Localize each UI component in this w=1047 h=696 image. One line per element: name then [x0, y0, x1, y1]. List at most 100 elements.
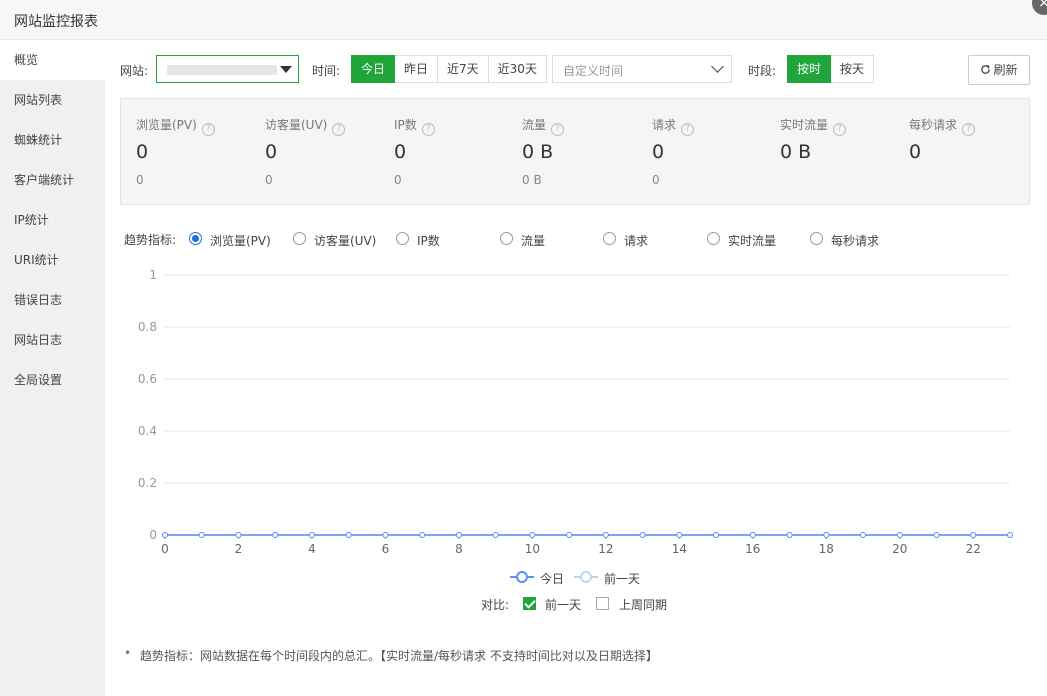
sidebar-item-site-log[interactable]: 网站日志: [0, 320, 105, 360]
trend-label: 趋势指标:: [124, 233, 177, 247]
period-option-hour[interactable]: 按时: [787, 55, 832, 83]
x-tick-label: 2: [235, 542, 243, 556]
help-icon[interactable]: ?: [332, 123, 346, 136]
help-icon[interactable]: ?: [421, 123, 435, 136]
x-tick-label: 14: [672, 542, 687, 556]
legend-circle-icon: [580, 571, 592, 583]
stat-prev-value: 0: [136, 173, 144, 187]
help-icon[interactable]: ?: [551, 123, 565, 136]
sidebar-item-label: 全局设置: [14, 373, 63, 387]
stat-value: 0: [909, 141, 922, 163]
compare-option-label[interactable]: 前一天: [545, 596, 581, 613]
x-tick-label: 4: [308, 542, 316, 556]
trend-chart: 00.20.40.60.810 2 4 6 8 10 12 14 16 18 20 22: [138, 268, 1013, 556]
sidebar: 概览 网站列表 蜘蛛统计 客户端统计 IP统计 URI统计 错误日志 网站日志 …: [0, 40, 105, 696]
stat-prev-value: 0 B: [522, 173, 542, 187]
trend-radio-requests[interactable]: [603, 232, 616, 245]
data-point: [676, 532, 683, 538]
x-tick-label: 20: [892, 542, 907, 556]
trend-option-label[interactable]: 流量: [521, 232, 545, 249]
compare-option-label[interactable]: 上周同期: [619, 596, 667, 613]
trend-radio-traffic[interactable]: [500, 232, 513, 245]
x-tick-label: 12: [598, 542, 613, 556]
sidebar-item-label: 蜘蛛统计: [14, 133, 63, 147]
help-icon[interactable]: ?: [201, 123, 215, 136]
x-tick-label: 10: [525, 542, 540, 556]
stat-name: 实时流量: [780, 118, 829, 132]
data-point: [198, 532, 205, 538]
sidebar-item-error-log[interactable]: 错误日志: [0, 280, 105, 320]
period-group: 按时 按天: [787, 55, 875, 83]
y-tick-label: 0.8: [138, 320, 157, 334]
data-point: [162, 532, 168, 538]
sidebar-item-client-stats[interactable]: 客户端统计: [0, 160, 105, 200]
sidebar-item-global-settings[interactable]: 全局设置: [0, 360, 105, 400]
compare-row: 对比: 前一天 上周同期: [481, 596, 681, 612]
x-tick-label: 8: [455, 542, 463, 556]
chart-legend: 今日 前一天: [510, 569, 650, 586]
data-point: [382, 532, 389, 538]
time-range-group: 今日 昨日 近7天 近30天: [351, 55, 547, 83]
trend-option-label[interactable]: 访客量(UV): [314, 232, 376, 249]
compare-checkbox-last-week[interactable]: [596, 597, 609, 610]
custom-time-select[interactable]: 自定义时间: [552, 55, 732, 83]
x-tick-label: 0: [161, 542, 169, 556]
x-tick-label: 22: [966, 542, 981, 556]
data-point: [860, 532, 867, 538]
stat-name: 流量: [522, 118, 547, 132]
stat-name: 请求: [652, 118, 677, 132]
trend-radio-pv[interactable]: [189, 232, 202, 245]
help-icon[interactable]: ?: [833, 123, 847, 136]
refresh-button[interactable]: 刷新: [968, 55, 1030, 85]
stat-name: IP数: [394, 118, 417, 132]
trend-option-label[interactable]: IP数: [417, 232, 440, 249]
legend-item-today[interactable]: 今日: [510, 569, 570, 586]
help-icon[interactable]: ?: [681, 123, 695, 136]
legend-circle-icon: [516, 571, 528, 583]
legend-label: 前一天: [604, 572, 641, 586]
time-label: 时间:: [312, 64, 341, 78]
y-tick-label: 0.6: [138, 372, 157, 386]
data-point: [896, 532, 903, 538]
chevron-down-icon: [711, 60, 724, 73]
sidebar-item-overview[interactable]: 概览: [0, 40, 105, 80]
sidebar-item-label: IP统计: [14, 213, 49, 227]
y-tick-label: 1: [149, 268, 157, 282]
site-select[interactable]: [156, 55, 299, 83]
sidebar-item-ip-stats[interactable]: IP统计: [0, 200, 105, 240]
window-titlebar: 网站监控报表: [0, 0, 1047, 40]
time-option-30days[interactable]: 近30天: [488, 55, 547, 83]
trend-radio-realtime-traffic[interactable]: [707, 232, 720, 245]
compare-label: 对比:: [481, 598, 510, 612]
sidebar-item-label: 概览: [14, 53, 39, 67]
legend-item-yesterday[interactable]: 前一天: [574, 569, 650, 586]
trend-option-label[interactable]: 请求: [624, 232, 648, 249]
time-option-yesterday[interactable]: 昨日: [395, 55, 439, 83]
data-point: [713, 532, 720, 538]
time-option-today[interactable]: 今日: [351, 55, 396, 83]
trend-option-label[interactable]: 浏览量(PV): [210, 232, 271, 249]
trend-radio-ip[interactable]: [396, 232, 409, 245]
sidebar-item-uri-stats[interactable]: URI统计: [0, 240, 105, 280]
refresh-icon: [981, 64, 991, 74]
sidebar-item-spider-stats[interactable]: 蜘蛛统计: [0, 120, 105, 160]
sidebar-item-site-list[interactable]: 网站列表: [0, 80, 105, 120]
stat-value: 0 B: [522, 141, 554, 163]
trend-option-label[interactable]: 实时流量: [728, 232, 776, 249]
data-point: [455, 532, 462, 538]
data-point: [1007, 532, 1013, 538]
trend-option-label[interactable]: 每秒请求: [831, 232, 879, 249]
stat-prev-value: 0: [652, 173, 660, 187]
data-point: [970, 532, 977, 538]
help-icon[interactable]: ?: [962, 123, 976, 136]
time-option-7days[interactable]: 近7天: [438, 55, 489, 83]
trend-radio-qps[interactable]: [810, 232, 823, 245]
trend-radio-uv[interactable]: [293, 232, 306, 245]
data-point: [272, 532, 279, 538]
stat-value: 0: [136, 141, 149, 163]
stat-name: 浏览量(PV): [136, 118, 197, 132]
y-tick-label: 0.2: [138, 476, 157, 490]
compare-checkbox-yesterday[interactable]: [523, 597, 536, 610]
period-option-day[interactable]: 按天: [831, 55, 875, 83]
data-point: [345, 532, 352, 538]
